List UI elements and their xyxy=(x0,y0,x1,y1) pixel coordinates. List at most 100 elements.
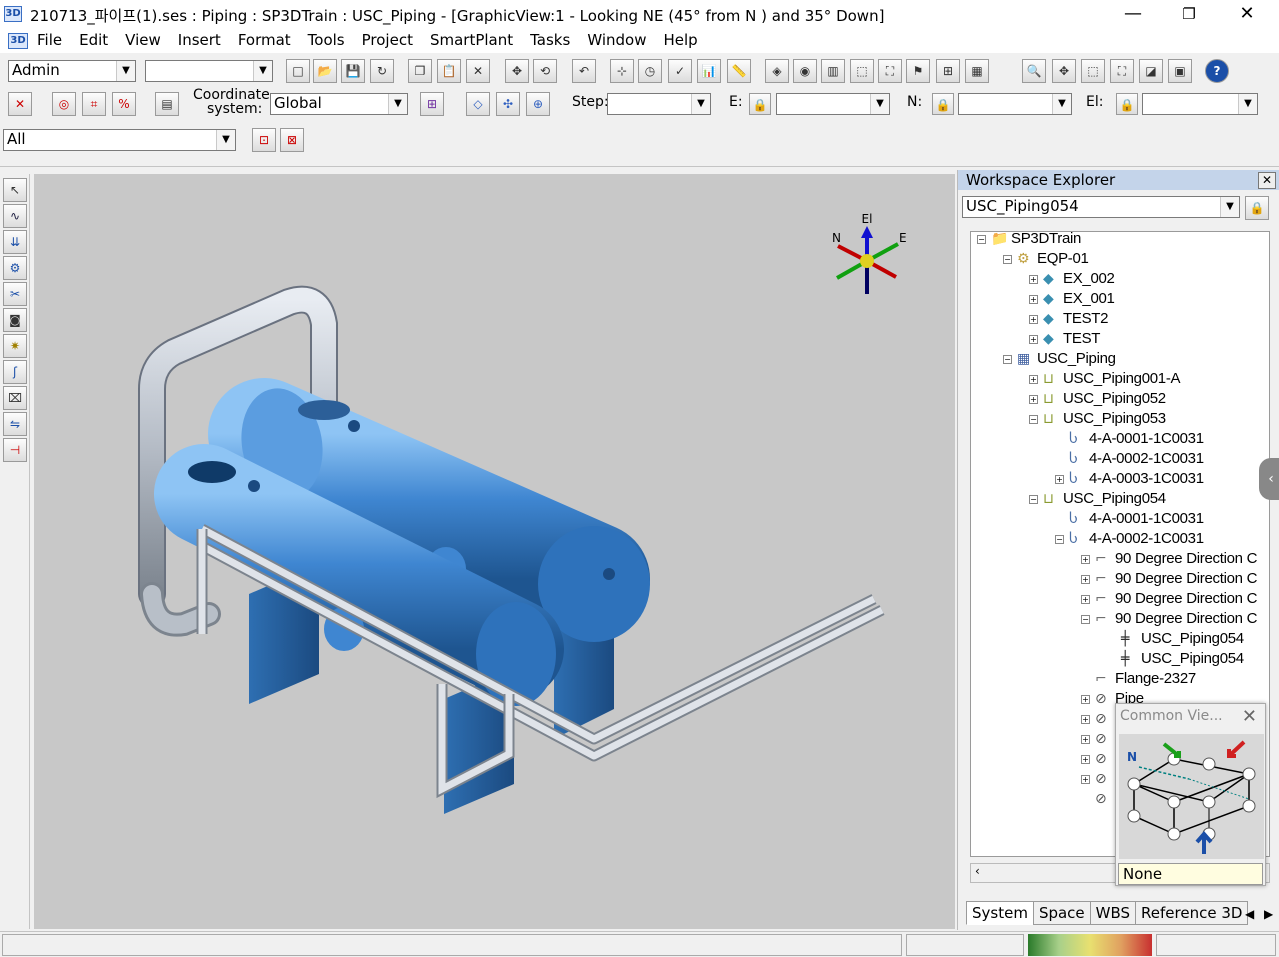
expand-icon[interactable]: + xyxy=(1081,555,1090,564)
view-clip-icon[interactable]: ⬚ xyxy=(850,59,874,83)
collapse-icon[interactable]: − xyxy=(1003,255,1012,264)
tab-space[interactable]: Space xyxy=(1032,901,1091,925)
expand-icon[interactable]: + xyxy=(1081,595,1090,604)
copy-icon[interactable]: ❐ xyxy=(408,59,432,83)
east-value-combo[interactable]: ▼ xyxy=(776,93,890,115)
insert-specialty-icon[interactable]: ⚙ xyxy=(3,256,27,280)
tree-node[interactable]: − ⊔ USC_Piping053 xyxy=(971,409,1269,429)
fit-icon[interactable]: ⛶ xyxy=(1110,59,1134,83)
tree-node[interactable]: + ⊔ USC_Piping052 xyxy=(971,389,1269,409)
collapse-icon[interactable]: − xyxy=(1055,535,1064,544)
graphic-view[interactable]: El N E xyxy=(34,174,955,929)
close-button[interactable]: ✕ xyxy=(1224,2,1270,26)
expand-icon[interactable]: + xyxy=(1081,695,1090,704)
tree-node[interactable]: + ⌐ 90 Degree Direction C xyxy=(971,549,1269,569)
menu-format[interactable]: Format xyxy=(238,31,299,49)
expand-icon[interactable]: + xyxy=(1081,775,1090,784)
view-flag-icon[interactable]: ⚑ xyxy=(906,59,930,83)
document-icon[interactable]: 3D xyxy=(8,33,28,49)
rotate-icon[interactable]: ⟲ xyxy=(533,59,557,83)
collapse-icon[interactable]: − xyxy=(1003,355,1012,364)
check-icon[interactable]: ✓ xyxy=(668,59,692,83)
insert-component-icon[interactable]: ⇊ xyxy=(3,230,27,254)
app-icon[interactable]: 3D xyxy=(4,6,22,22)
tab-wbs[interactable]: WBS xyxy=(1089,901,1137,925)
tree-node[interactable]: − ⊔ USC_Piping054 xyxy=(971,489,1269,509)
locate-filter-combo[interactable]: All ▼ xyxy=(3,129,236,151)
menu-edit[interactable]: Edit xyxy=(79,31,116,49)
menu-insert[interactable]: Insert xyxy=(178,31,229,49)
workspace-explorer-close-icon[interactable]: ✕ xyxy=(1258,172,1276,189)
tree-node[interactable]: − Ⴑ 4-A-0002-1C0031 xyxy=(971,529,1269,549)
tree-node[interactable]: ╪ USC_Piping054 xyxy=(971,629,1269,649)
view-fit-icon[interactable]: ⛶ xyxy=(878,59,902,83)
menu-project[interactable]: Project xyxy=(362,31,421,49)
clear-x-icon[interactable]: ✕ xyxy=(8,92,32,116)
expand-icon[interactable]: + xyxy=(1029,395,1038,404)
chart-icon[interactable]: 📊 xyxy=(697,59,721,83)
menu-smartplant[interactable]: SmartPlant xyxy=(430,31,521,49)
route-spool-icon[interactable]: ʃ xyxy=(3,360,27,384)
east-lock-icon[interactable]: 🔒 xyxy=(749,93,771,115)
collapse-handle-icon[interactable]: ‹ xyxy=(1259,458,1279,500)
menu-window[interactable]: Window xyxy=(587,31,654,49)
collapse-icon[interactable]: − xyxy=(977,235,986,244)
menu-view[interactable]: View xyxy=(125,31,169,49)
cylindrical-mode-icon[interactable]: ⊕ xyxy=(526,92,550,116)
tab-system[interactable]: System xyxy=(966,901,1034,925)
snap-icon[interactable]: ⊹ xyxy=(610,59,634,83)
tree-node[interactable]: − ⚙ EQP-01 xyxy=(971,249,1269,269)
tree-node[interactable]: − ⌐ 90 Degree Direction C xyxy=(971,609,1269,629)
expand-icon[interactable]: + xyxy=(1029,315,1038,324)
tab-scroll-right-icon[interactable]: ▶ xyxy=(1264,907,1273,921)
target-icon[interactable]: ◎ xyxy=(52,92,76,116)
collapse-icon[interactable]: − xyxy=(1029,415,1038,424)
coordinate-picker-icon[interactable]: ⊞ xyxy=(420,92,444,116)
role-combo[interactable]: Admin ▼ xyxy=(8,60,136,82)
delete-icon[interactable]: ✕ xyxy=(466,59,490,83)
view-cube[interactable]: N xyxy=(1119,734,1264,859)
model-canvas[interactable]: El N E xyxy=(34,174,955,929)
tree-node[interactable]: + ⌐ 90 Degree Direction C xyxy=(971,589,1269,609)
elevation-value-combo[interactable]: ▼ xyxy=(1142,93,1258,115)
tree-node[interactable]: + ◆ TEST2 xyxy=(971,309,1269,329)
expand-icon[interactable]: + xyxy=(1081,735,1090,744)
common-views-icon[interactable]: ◪ xyxy=(1139,59,1163,83)
move-icon[interactable]: ✥ xyxy=(505,59,529,83)
select-overlap-icon[interactable]: ⊠ xyxy=(280,128,304,152)
expand-icon[interactable]: + xyxy=(1081,755,1090,764)
common-views-close-icon[interactable]: ✕ xyxy=(1242,706,1257,727)
select-arrow-icon[interactable]: ↖ xyxy=(3,178,27,202)
tree-node[interactable]: + ⊔ USC_Piping001-A xyxy=(971,369,1269,389)
view-volume-icon[interactable]: ⊞ xyxy=(936,59,960,83)
collapse-icon[interactable]: − xyxy=(1029,495,1038,504)
clock-icon[interactable]: ◷ xyxy=(638,59,662,83)
step-combo[interactable]: ▼ xyxy=(607,93,711,115)
measure-icon[interactable]: % xyxy=(112,92,136,116)
view-elev-icon[interactable]: ▥ xyxy=(821,59,845,83)
minimize-button[interactable]: — xyxy=(1110,2,1156,26)
elevation-lock-icon[interactable]: 🔒 xyxy=(1116,93,1138,115)
coordinate-system-combo[interactable]: Global ▼ xyxy=(270,93,408,115)
expand-icon[interactable]: + xyxy=(1081,575,1090,584)
insert-tap-icon[interactable]: ◙ xyxy=(3,308,27,332)
menu-tasks[interactable]: Tasks xyxy=(530,31,578,49)
spherical-mode-icon[interactable]: ✣ xyxy=(496,92,520,116)
menu-help[interactable]: Help xyxy=(663,31,705,49)
tree-node[interactable]: + ⌐ 90 Degree Direction C xyxy=(971,569,1269,589)
restore-button[interactable]: ❐ xyxy=(1166,2,1212,26)
tab-scroll-left-icon[interactable]: ◀ xyxy=(1245,907,1254,921)
tree-node[interactable]: ╪ USC_Piping054 xyxy=(971,649,1269,669)
filter-combo-secondary[interactable]: ▼ xyxy=(145,60,273,82)
new-file-icon[interactable]: □ xyxy=(286,59,310,83)
refresh-icon[interactable]: ↻ xyxy=(370,59,394,83)
expand-icon[interactable]: + xyxy=(1029,275,1038,284)
workspace-lock-icon[interactable]: 🔒 xyxy=(1245,196,1269,220)
expand-icon[interactable]: + xyxy=(1029,335,1038,344)
tree-node[interactable]: Ⴑ 4-A-0002-1C0031 xyxy=(971,449,1269,469)
pan-icon[interactable]: ✥ xyxy=(1052,59,1076,83)
tree-node[interactable]: − ▦ USC_Piping xyxy=(971,349,1269,369)
tree-node[interactable]: + Ⴑ 4-A-0003-1C0031 xyxy=(971,469,1269,489)
undo-icon[interactable]: ↶ xyxy=(572,59,596,83)
zoom-icon[interactable]: 🔍 xyxy=(1022,59,1046,83)
